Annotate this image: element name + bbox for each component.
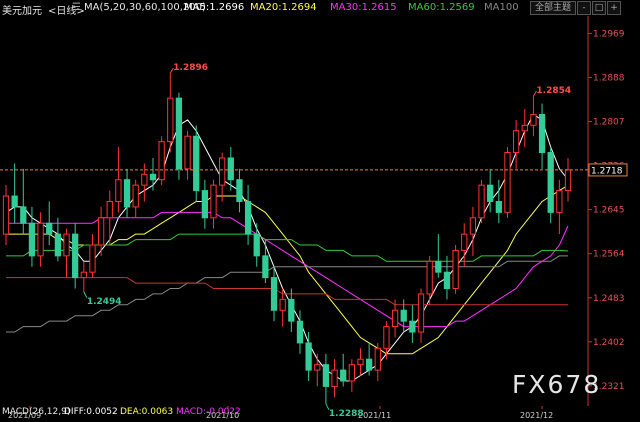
candle-down bbox=[46, 222, 53, 235]
candle-up bbox=[452, 249, 459, 290]
candle-up bbox=[530, 113, 537, 126]
macd-dea: DEA:0.0063 bbox=[120, 407, 174, 417]
price-tick-label: 1.2564 bbox=[593, 250, 625, 260]
candle-down bbox=[435, 260, 442, 273]
candle-down bbox=[201, 190, 209, 219]
candle-down bbox=[11, 195, 18, 208]
candle-up bbox=[357, 358, 364, 366]
minimize-icon[interactable]: - bbox=[577, 1, 591, 15]
candle-down bbox=[20, 206, 27, 224]
candle-down bbox=[244, 200, 252, 235]
instrument-name: 美元加元 bbox=[2, 6, 42, 17]
low-price-label: 1.2494 bbox=[87, 297, 122, 307]
candle-down bbox=[340, 369, 347, 382]
candle-up bbox=[2, 195, 10, 235]
current-price-label: 1.2718 bbox=[591, 166, 623, 176]
candle-up bbox=[461, 233, 468, 251]
candle-up bbox=[219, 157, 226, 186]
candle-down bbox=[538, 113, 546, 154]
candle-down bbox=[72, 233, 79, 279]
candle-down bbox=[547, 152, 554, 213]
candle-up bbox=[426, 260, 433, 295]
candle-up bbox=[89, 244, 96, 273]
candle-up bbox=[141, 173, 148, 186]
candle-up bbox=[37, 222, 44, 257]
date-tick-label: 2021/12 bbox=[520, 411, 553, 420]
high-price-label: 1.2896 bbox=[173, 63, 208, 73]
candle-down bbox=[193, 135, 200, 192]
ma20-value: MA20:1.2694 bbox=[250, 2, 317, 13]
candle-down bbox=[54, 233, 62, 257]
candle-up bbox=[478, 184, 485, 219]
price-tick-label: 1.2807 bbox=[593, 118, 625, 128]
theme-select-button[interactable]: 全部主题 bbox=[530, 1, 576, 15]
candle-up bbox=[314, 364, 321, 371]
candlestick-chart[interactable]: 1.29691.28881.28071.27261.26451.25641.24… bbox=[0, 0, 640, 422]
candle-up bbox=[374, 347, 381, 371]
candle-up bbox=[348, 364, 355, 382]
candle-down bbox=[409, 320, 416, 333]
maximize-icon[interactable]: + bbox=[607, 1, 621, 15]
candle-down bbox=[28, 222, 36, 257]
high-price-label: 1.2854 bbox=[536, 86, 571, 96]
macd-params[interactable]: MACD(26,12,9) bbox=[2, 407, 70, 417]
candle-up bbox=[417, 293, 425, 333]
candle-down bbox=[296, 320, 304, 344]
ma30-value: MA30:1.2615 bbox=[330, 2, 397, 13]
candle-down bbox=[288, 298, 295, 322]
candle-down bbox=[175, 97, 183, 170]
candle-down bbox=[400, 309, 407, 322]
candle-up bbox=[80, 271, 87, 279]
candle-up bbox=[167, 97, 174, 143]
candle-up bbox=[391, 309, 399, 328]
candle-down bbox=[365, 358, 373, 371]
candle-up bbox=[97, 217, 105, 246]
candle-down bbox=[495, 200, 502, 213]
candle-down bbox=[322, 364, 330, 387]
restore-icon[interactable]: □ bbox=[592, 1, 606, 15]
price-tick-label: 1.2402 bbox=[593, 338, 625, 348]
candle-down bbox=[262, 255, 269, 279]
chart-window: 1.29691.28881.28071.27261.26451.25641.24… bbox=[0, 0, 640, 422]
candle-up bbox=[512, 130, 520, 154]
ma60-value: MA60:1.2569 bbox=[408, 2, 475, 13]
candle-up bbox=[564, 169, 572, 192]
ma5-value: MA5:1.2696 bbox=[184, 2, 245, 13]
candle-down bbox=[305, 342, 312, 371]
settings-icon[interactable]: ☰ bbox=[72, 2, 81, 13]
candle-up bbox=[331, 369, 338, 387]
candle-up bbox=[184, 135, 191, 170]
candle-up bbox=[158, 141, 165, 181]
price-tick-label: 1.2483 bbox=[593, 294, 625, 304]
candle-down bbox=[227, 157, 234, 181]
candle-up bbox=[132, 184, 139, 208]
candle-up bbox=[279, 298, 286, 311]
candle-up bbox=[556, 190, 563, 213]
candle-down bbox=[236, 179, 243, 202]
candle-up bbox=[115, 179, 122, 202]
candle-up bbox=[63, 233, 70, 257]
candle-up bbox=[521, 124, 528, 132]
candle-down bbox=[149, 173, 157, 181]
candle-down bbox=[270, 277, 278, 311]
price-tick-label: 1.2888 bbox=[593, 73, 625, 83]
candle-down bbox=[443, 271, 451, 290]
macd-diff: DIFF:0.0052 bbox=[64, 407, 118, 417]
candle-up bbox=[106, 200, 113, 219]
candle-up bbox=[504, 152, 511, 213]
macd-value: MACD:-0.0022 bbox=[176, 407, 241, 417]
candle-up bbox=[210, 184, 217, 219]
price-tick-label: 1.2969 bbox=[593, 29, 625, 39]
ma100-label: MA100 bbox=[484, 2, 519, 13]
candle-up bbox=[469, 217, 477, 235]
candle-down bbox=[487, 184, 494, 202]
low-price-label: 1.2288 bbox=[329, 409, 364, 419]
candle-down bbox=[253, 233, 260, 257]
watermark-logo: FX678 bbox=[512, 370, 602, 399]
candle-up bbox=[383, 326, 390, 349]
price-tick-label: 1.2645 bbox=[593, 206, 625, 216]
candle-down bbox=[123, 179, 131, 208]
